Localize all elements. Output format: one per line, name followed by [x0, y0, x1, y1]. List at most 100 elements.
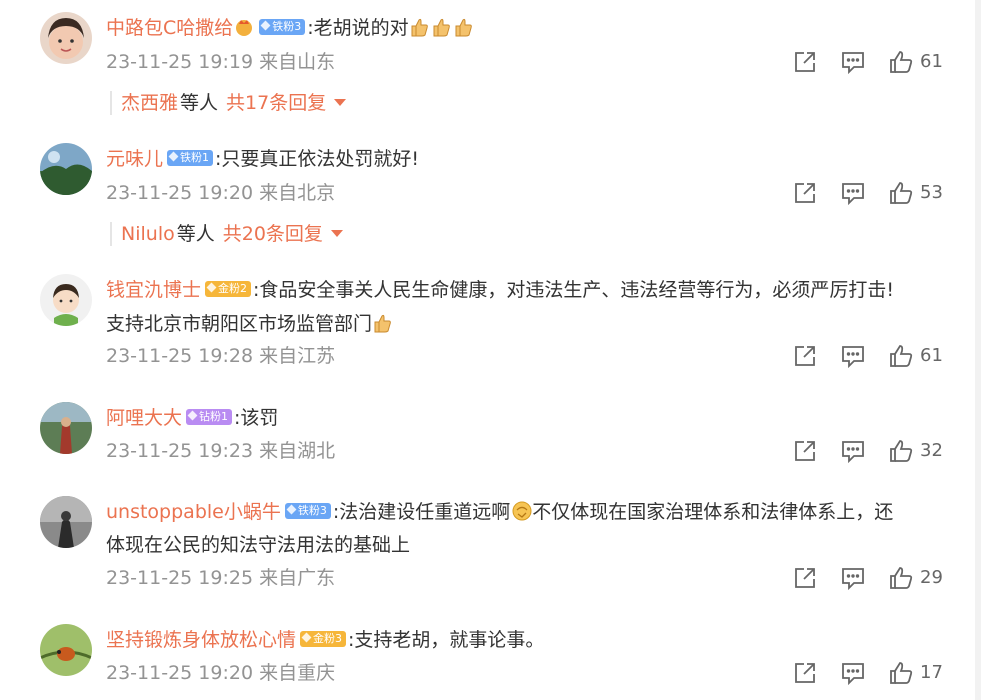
share-icon[interactable]	[792, 343, 818, 369]
comment-actions: 17	[792, 660, 952, 686]
avatar[interactable]	[40, 496, 92, 548]
comment-icon[interactable]	[840, 438, 866, 464]
comment-location: 来自江苏	[259, 345, 336, 367]
comment-icon[interactable]	[840, 343, 866, 369]
thumbs-up-icon[interactable]	[888, 343, 914, 369]
username-link[interactable]: 阿哩大大	[106, 407, 182, 429]
reply-names[interactable]: 杰西雅	[121, 92, 178, 114]
thumbs-up-icon[interactable]	[888, 438, 914, 464]
comment-actions: 53	[792, 180, 952, 206]
like-count: 32	[920, 440, 943, 461]
comment-meta: 23-11-25 19:20 来自北京	[106, 180, 335, 206]
comment-line: 中路包C哈撒给 铁粉3:老胡说的对	[106, 15, 475, 42]
share-icon[interactable]	[792, 49, 818, 75]
reply-summary[interactable]: 杰西雅 等人 共17条回复	[110, 91, 347, 115]
comment-text: :法治建设任重道远啊	[332, 501, 511, 523]
share-icon[interactable]	[792, 565, 818, 591]
comment-meta: 23-11-25 19:23 来自湖北	[106, 438, 335, 464]
comment-meta: 23-11-25 19:28 来自江苏	[106, 343, 335, 369]
comment-actions: 29	[792, 565, 952, 591]
comment-location: 来自北京	[259, 182, 336, 204]
comment-line: 阿哩大大 钻粉1:该罚	[106, 405, 278, 431]
comment-meta: 23-11-25 19:19 来自山东	[106, 49, 335, 75]
share-icon[interactable]	[792, 180, 818, 206]
username-link[interactable]: unstoppable小蜗牛	[106, 501, 281, 523]
comment-icon[interactable]	[840, 660, 866, 686]
comment-text-line2: 支持北京市朝阳区市场监管部门	[106, 313, 373, 335]
comment-icon[interactable]	[840, 49, 866, 75]
comment-text-line2: 体现在公民的知法守法用法的基础上	[106, 534, 411, 556]
comment-icon[interactable]	[840, 565, 866, 591]
username-link[interactable]: 钱宜氿博士	[106, 279, 201, 301]
thumbs-up-icon[interactable]	[888, 49, 914, 75]
username-link[interactable]: 坚持锻炼身体放松心情	[106, 629, 296, 651]
comment-meta: 23-11-25 19:25 来自广东	[106, 565, 335, 591]
like-count: 61	[920, 345, 943, 366]
avatar[interactable]	[40, 624, 92, 676]
comment-actions: 32	[792, 438, 952, 464]
comment-line: unstoppable小蜗牛 铁粉3:法治建设任重道远啊 不仅体现在国家治理体系和法…	[106, 499, 893, 526]
fan-badge[interactable]: 金粉2	[205, 281, 252, 297]
comment-actions: 61	[792, 49, 952, 75]
comment-location: 来自山东	[259, 51, 336, 73]
thumbs-up-emoji-icon	[373, 312, 393, 334]
thumbs-up-icon[interactable]	[888, 565, 914, 591]
fan-badge[interactable]: 铁粉3	[284, 503, 331, 519]
reply-total-link[interactable]: 共20条回复	[223, 223, 323, 245]
comment-icon[interactable]	[840, 180, 866, 206]
comment-line: 坚持锻炼身体放松心情 金粉3:支持老胡，就事论事。	[106, 627, 544, 653]
comment-location: 来自重庆	[259, 662, 336, 684]
thumbs-up-icon[interactable]	[888, 660, 914, 686]
comment-time: 23-11-25 19:19	[106, 51, 254, 73]
comment-time: 23-11-25 19:20	[106, 662, 254, 684]
reply-summary[interactable]: Nilulo 等人 共20条回复	[110, 222, 343, 246]
comment-text: :食品安全事关人民生命健康，对违法生产、违法经营等行为，必须严厉打击!	[253, 279, 895, 301]
like-count: 53	[920, 182, 943, 203]
chevron-down-icon[interactable]	[330, 230, 343, 237]
thumbs-up-emoji-icon	[432, 16, 452, 38]
share-icon[interactable]	[792, 660, 818, 686]
comment-text-continued: 体现在公民的知法守法用法的基础上	[106, 532, 410, 558]
avatar[interactable]	[40, 143, 92, 195]
comment-actions: 61	[792, 343, 952, 369]
avatar[interactable]	[40, 12, 92, 64]
crown-icon	[234, 16, 254, 38]
fan-badge[interactable]: 钻粉1	[186, 409, 233, 425]
comment-line: 钱宜氿博士 金粉2:食品安全事关人民生命健康，对违法生产、违法经营等行为，必须严厉…	[106, 277, 894, 303]
fan-badge[interactable]: 铁粉1	[167, 150, 214, 166]
comment-text-after-emoji: 不仅体现在国家治理体系和法律体系上，还	[532, 501, 894, 523]
clapping-emoji-icon	[511, 500, 532, 522]
comment-text-continued: 支持北京市朝阳区市场监管部门	[106, 311, 394, 338]
comment-text: :只要真正依法处罚就好!	[215, 148, 420, 170]
fan-badge[interactable]: 铁粉3	[259, 19, 306, 35]
comment-time: 23-11-25 19:23	[106, 440, 254, 462]
share-icon[interactable]	[792, 438, 818, 464]
like-count: 61	[920, 51, 943, 72]
comment-text: :该罚	[234, 407, 279, 429]
username-link[interactable]: 元味儿	[106, 148, 163, 170]
thumbs-up-icon[interactable]	[888, 180, 914, 206]
comment-time: 23-11-25 19:25	[106, 567, 254, 589]
chevron-down-icon[interactable]	[334, 99, 347, 106]
like-count: 17	[920, 662, 943, 683]
thumbs-up-emoji-icon	[454, 16, 474, 38]
comment-text: :支持老胡，就事论事。	[348, 629, 545, 651]
comment-time: 23-11-25 19:20	[106, 182, 254, 204]
comment-location: 来自广东	[259, 567, 336, 589]
comment-text: :老胡说的对	[307, 17, 409, 39]
comment-meta: 23-11-25 19:20 来自重庆	[106, 660, 335, 686]
fan-badge[interactable]: 金粉3	[300, 631, 347, 647]
comment-time: 23-11-25 19:28	[106, 345, 254, 367]
like-count: 29	[920, 567, 943, 588]
comment-location: 来自湖北	[259, 440, 336, 462]
avatar[interactable]	[40, 402, 92, 454]
reply-names[interactable]: Nilulo	[121, 223, 175, 245]
scrollbar-track[interactable]	[975, 0, 981, 700]
comment-line: 元味儿 铁粉1:只要真正依法处罚就好!	[106, 146, 419, 172]
reply-etc: 等人	[176, 223, 215, 245]
avatar[interactable]	[40, 274, 92, 326]
username-link[interactable]: 中路包C哈撒给	[106, 17, 233, 39]
reply-etc: 等人	[180, 92, 219, 114]
thumbs-up-emoji-icon	[410, 16, 430, 38]
reply-total-link[interactable]: 共17条回复	[226, 92, 326, 114]
